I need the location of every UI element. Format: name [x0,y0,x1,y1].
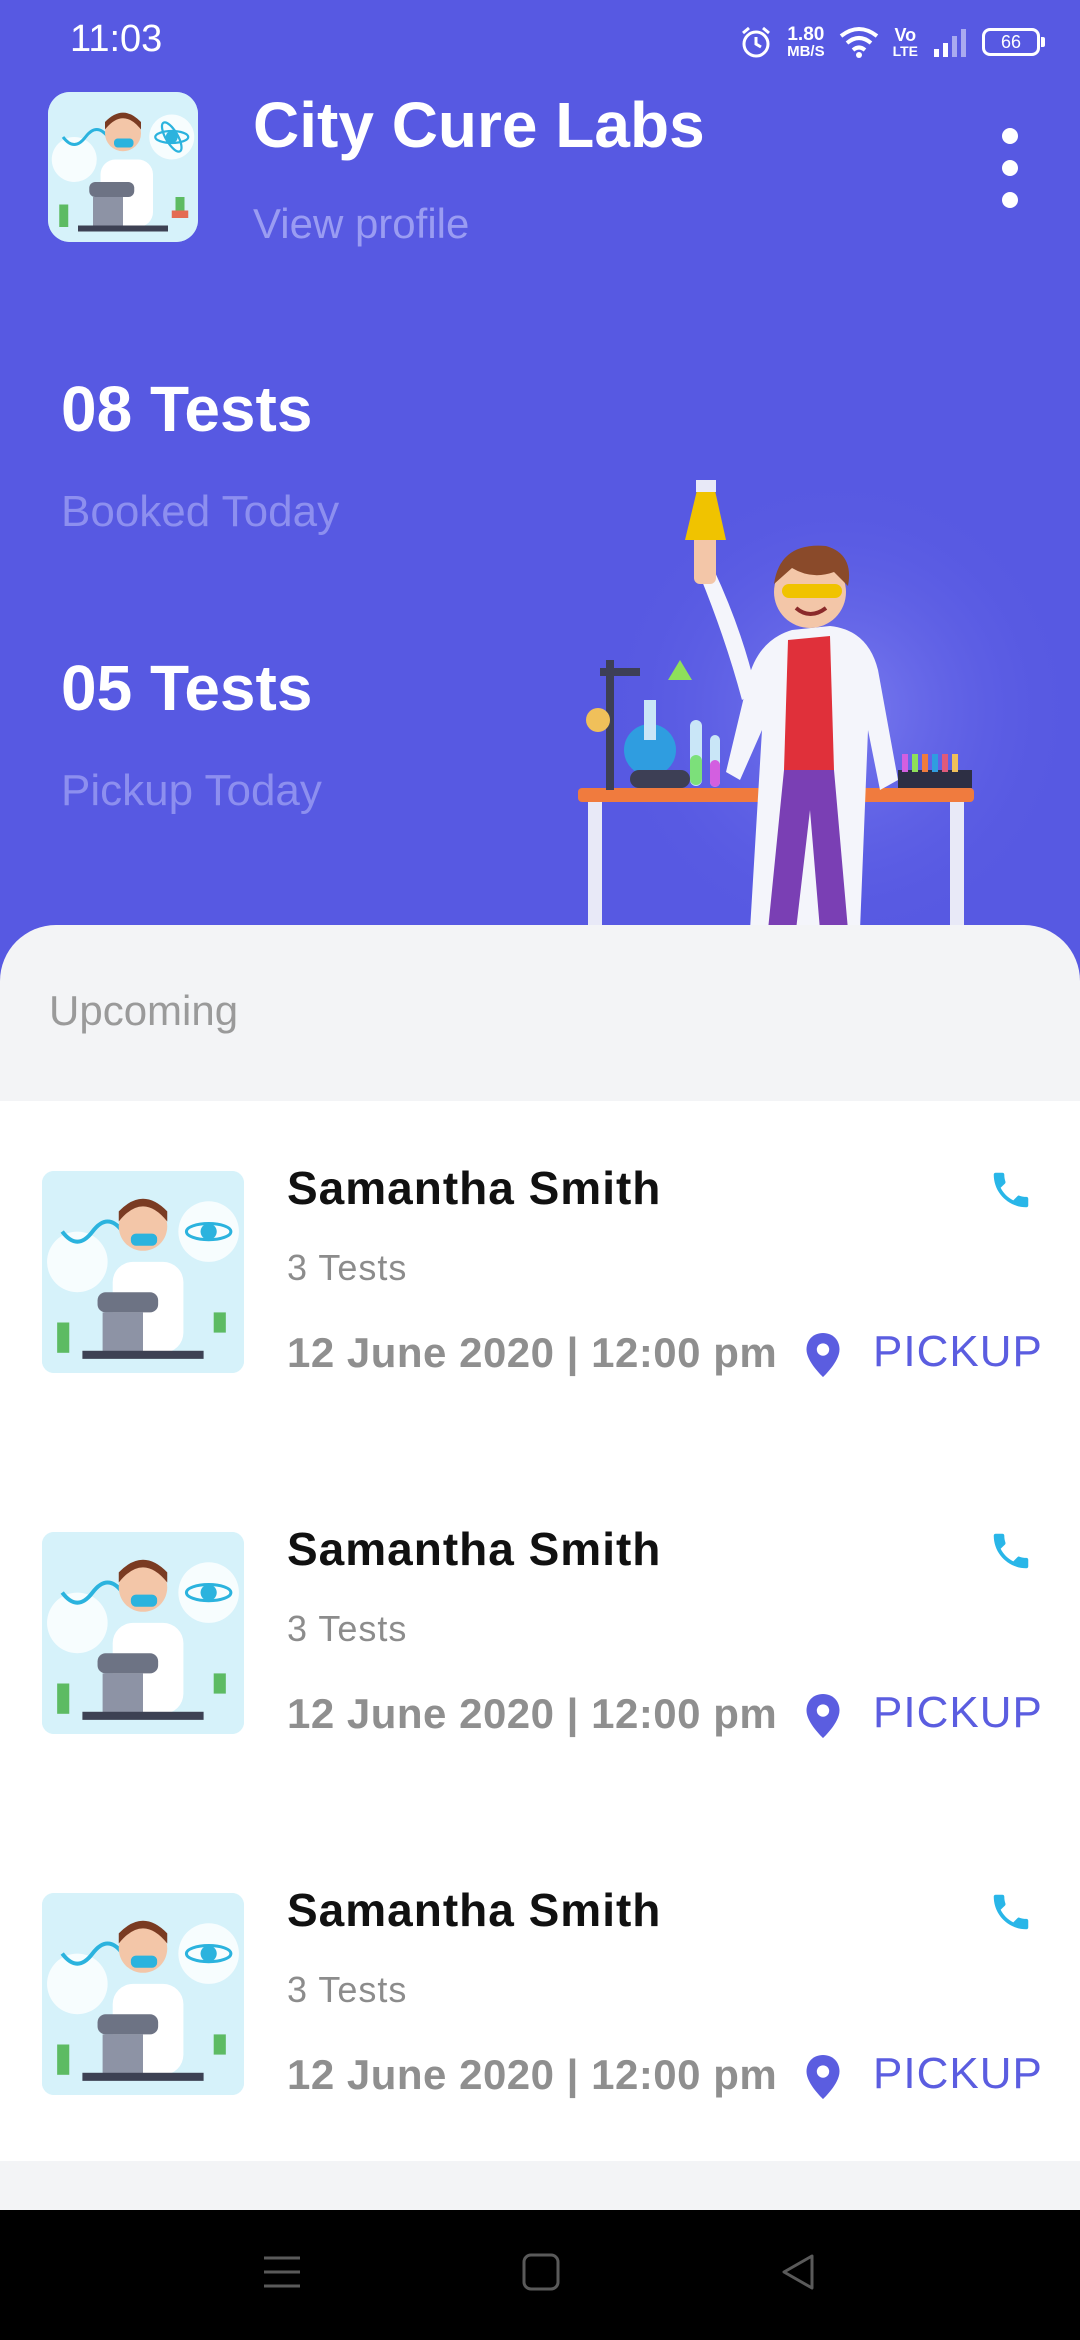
lab-scientist-illustration [578,480,1080,930]
upcoming-title: Upcoming [49,987,239,1034]
wifi-icon [839,27,878,58]
phone-icon[interactable] [988,1889,1034,1935]
menu-icon[interactable] [262,2252,302,2292]
battery-icon: 66 [982,28,1045,56]
location-pin-icon [806,1694,840,1738]
test-count: 3 Tests [287,1608,408,1649]
screen: 11:03 1.80 MB/S Vo LTE 66 City Cure Labs… [0,0,1080,2340]
scientist-microscope-illustration [42,1532,244,1734]
net-speed-unit: MB/S [787,43,825,60]
volte-indicator: Vo LTE [893,26,918,58]
appointment-datetime: 12 June 2020 | 12:00 pm [287,2051,778,2098]
booked-today-count: 08 Tests [61,373,313,445]
list-item[interactable]: Samantha Smith 3 Tests 12 June 2020 | 12… [0,1823,1080,2123]
upcoming-list: Samantha Smith 3 Tests 12 June 2020 | 12… [0,1101,1080,2161]
back-icon[interactable] [778,2252,818,2292]
net-speed: 1.80 MB/S [787,25,825,59]
test-count: 3 Tests [287,1969,408,2010]
lab-title: City Cure Labs [253,89,705,161]
pickup-status[interactable]: PICKUP [873,1327,1043,1377]
booked-today-label: Booked Today [61,487,340,536]
patient-name: Samantha Smith [287,1523,662,1575]
patient-name: Samantha Smith [287,1162,662,1214]
pickup-status[interactable]: PICKUP [873,2049,1043,2099]
battery-level: 66 [1000,32,1022,52]
home-icon[interactable] [521,2252,561,2292]
test-count: 3 Tests [287,1247,408,1288]
pickup-status[interactable]: PICKUP [873,1688,1043,1738]
system-nav-bar [0,2210,1080,2340]
status-icons: 1.80 MB/S Vo LTE 66 [739,20,1045,64]
scientist-microscope-illustration [48,92,198,242]
status-time: 11:03 [70,18,163,60]
phone-icon[interactable] [988,1528,1034,1574]
upcoming-sheet: Upcoming Samantha Smith 3 Tests 12 June … [0,925,1080,2210]
volte-top: Vo [894,25,917,45]
patient-thumbnail [42,1171,244,1373]
more-vertical-icon[interactable] [990,128,1030,208]
appointment-datetime: 12 June 2020 | 12:00 pm [287,1329,778,1376]
lab-avatar[interactable] [48,92,198,242]
more-dot [1002,192,1018,208]
pickup-today-count: 05 Tests [61,652,313,724]
patient-thumbnail [42,1532,244,1734]
phone-icon[interactable] [988,1167,1034,1213]
more-dot [1002,160,1018,176]
patient-name: Samantha Smith [287,1884,662,1936]
scientist-microscope-illustration [42,1893,244,2095]
patient-thumbnail [42,1893,244,2095]
location-pin-icon [806,1333,840,1377]
net-speed-value: 1.80 [787,24,825,45]
location-pin-icon [806,2055,840,2099]
list-item[interactable]: Samantha Smith 3 Tests 12 June 2020 | 12… [0,1101,1080,1401]
appointment-datetime: 12 June 2020 | 12:00 pm [287,1690,778,1737]
alarm-icon [742,26,771,58]
volte-bottom: LTE [892,43,918,59]
list-item[interactable]: Samantha Smith 3 Tests 12 June 2020 | 12… [0,1462,1080,1762]
pickup-today-label: Pickup Today [61,766,322,815]
scientist-microscope-illustration [42,1171,244,1373]
more-dot [1002,128,1018,144]
signal-icon [934,29,966,57]
view-profile-link[interactable]: View profile [253,200,469,248]
status-bar: 11:03 1.80 MB/S Vo LTE 66 [0,0,1080,82]
